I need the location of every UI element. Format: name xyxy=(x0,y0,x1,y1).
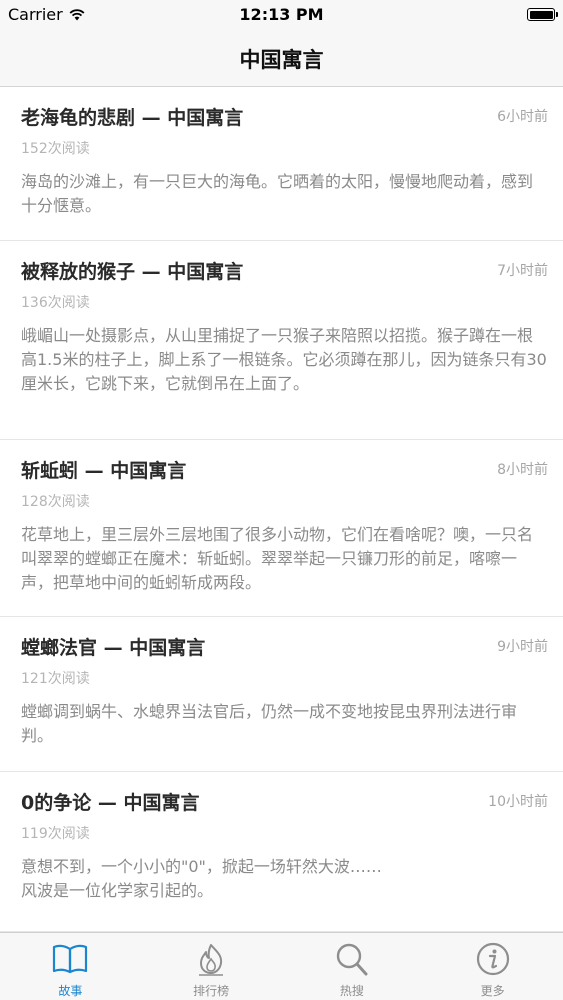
list-item[interactable]: 螳螂法官 — 中国寓言 9小时前 121次阅读 螳螂调到蜗牛、水螅界当法官后，仍… xyxy=(0,617,563,772)
list-item[interactable]: 被释放的猴子 — 中国寓言 7小时前 136次阅读 峨嵋山一处摄影点，从山里捕捉… xyxy=(0,241,563,440)
tab-stories[interactable]: 故事 xyxy=(0,933,141,1000)
list-item[interactable]: 老海龟的悲剧 — 中国寓言 6小时前 152次阅读 海岛的沙滩上，有一只巨大的海… xyxy=(0,87,563,241)
story-title: 斩蚯蚓 — 中国寓言 xyxy=(21,460,187,482)
tab-ranking[interactable]: 排行榜 xyxy=(141,933,282,1000)
list-item[interactable]: 斩蚯蚓 — 中国寓言 8小时前 128次阅读 花草地上，里三层外三层地围了很多小… xyxy=(0,440,563,617)
story-reads: 119次阅读 xyxy=(21,826,90,842)
status-time: 12:13 PM xyxy=(239,5,324,24)
story-list[interactable]: 老海龟的悲剧 — 中国寓言 6小时前 152次阅读 海岛的沙滩上，有一只巨大的海… xyxy=(0,87,563,932)
story-excerpt: 花草地上，里三层外三层地围了很多小动物，它们在看啥呢？噢，一只名叫翠翠的螳螂正在… xyxy=(21,525,534,592)
story-excerpt: 意想不到，一个小小的"0"，掀起一场轩然大波…… 风波是一位化学家引起的。 xyxy=(21,857,382,900)
page-title: 中国寓言 xyxy=(239,48,324,72)
story-title: 0的争论 — 中国寓言 xyxy=(21,792,200,814)
story-reads: 121次阅读 xyxy=(21,671,90,687)
status-bar: Carrier 12:13 PM xyxy=(0,0,563,30)
search-icon xyxy=(336,943,368,976)
tab-more[interactable]: 更多 xyxy=(422,933,563,1000)
story-title: 被释放的猴子 — 中国寓言 xyxy=(21,261,244,283)
info-icon xyxy=(476,942,509,976)
story-time: 9小时前 xyxy=(497,639,548,655)
tab-label: 更多 xyxy=(480,984,505,998)
story-title: 老海龟的悲剧 — 中国寓言 xyxy=(21,107,244,129)
story-reads: 136次阅读 xyxy=(21,295,90,311)
story-excerpt: 海岛的沙滩上，有一只巨大的海龟。它晒着的太阳，慢慢地爬动着，感到十分惬意。 xyxy=(21,172,534,215)
story-time: 10小时前 xyxy=(488,794,548,810)
tab-label: 故事 xyxy=(58,984,83,998)
book-icon xyxy=(53,944,88,974)
battery-icon xyxy=(527,8,558,21)
story-time: 6小时前 xyxy=(497,109,548,125)
story-title: 螳螂法官 — 中国寓言 xyxy=(21,637,206,659)
story-reads: 152次阅读 xyxy=(21,141,90,157)
tab-bar: 故事 排行榜 热搜 更多 xyxy=(0,932,563,1000)
fire-icon xyxy=(199,944,224,976)
nav-bar: 中国寓言 xyxy=(0,30,563,87)
story-excerpt: 螳螂调到蜗牛、水螅界当法官后，仍然一成不变地按昆虫界刑法进行审判。 xyxy=(21,702,518,745)
story-time: 7小时前 xyxy=(497,263,548,279)
tab-label: 热搜 xyxy=(339,984,364,998)
story-excerpt: 峨嵋山一处摄影点，从山里捕捉了一只猴子来陪照以招揽。猴子蹲在一根高1.5米的柱子… xyxy=(21,326,547,393)
tab-label: 排行榜 xyxy=(193,984,230,998)
list-item[interactable]: 0的争论 — 中国寓言 10小时前 119次阅读 意想不到，一个小小的"0"，掀… xyxy=(0,772,563,932)
story-time: 8小时前 xyxy=(497,462,548,478)
tab-hot-search[interactable]: 热搜 xyxy=(282,933,423,1000)
story-reads: 128次阅读 xyxy=(21,494,90,510)
